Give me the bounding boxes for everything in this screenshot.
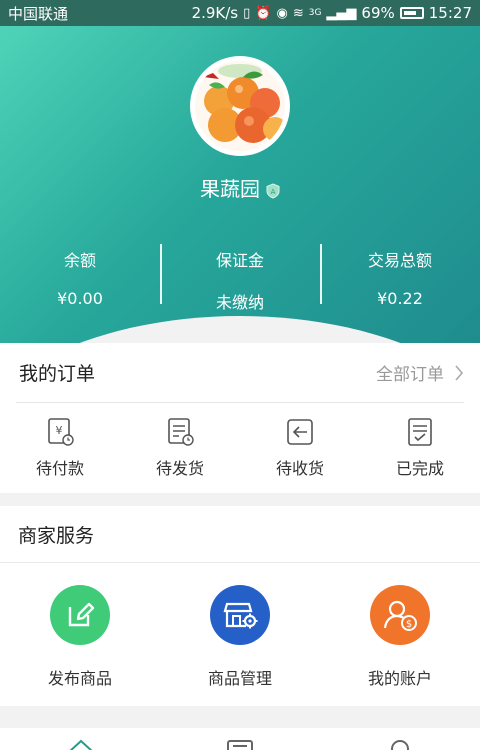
wifi-icon: ≋ bbox=[292, 5, 304, 21]
order-status-label: 待付款 bbox=[35, 459, 84, 478]
services-row: 发布商品 商品管理 $ 我的账户 bbox=[0, 563, 480, 706]
stat-label: 保证金 bbox=[215, 251, 264, 270]
store-gear-icon bbox=[223, 602, 258, 629]
store-avatar-image bbox=[195, 61, 285, 151]
list-icon[interactable] bbox=[225, 738, 255, 750]
orders-status-row: ¥ 待付款 待发货 待收货 已完成 bbox=[0, 403, 480, 493]
status-bar: 中国联通 2.9K/s ▯ ⏰ ◉ ≋ 3G ▂▄▆ 69% 15:27 bbox=[0, 0, 480, 26]
pending-shipment-icon bbox=[168, 418, 194, 446]
account-icon: $ bbox=[383, 600, 417, 631]
service-label: 发布商品 bbox=[47, 669, 112, 688]
services-title: 商家服务 bbox=[0, 506, 480, 563]
stat-total-transactions[interactable]: 交易总额 ¥0.22 bbox=[320, 241, 480, 308]
stats-row: 余额 ¥0.00 保证金 未缴纳 交易总额 ¥0.22 bbox=[0, 241, 480, 312]
battery-icon bbox=[399, 7, 424, 19]
verified-shield-icon: A bbox=[266, 182, 280, 199]
avatar[interactable] bbox=[190, 56, 290, 156]
vibrate-icon: ▯ bbox=[243, 5, 251, 21]
profile-header: 果蔬园 A 余额 ¥0.00 保证金 未缴纳 交易总额 ¥0.22 bbox=[0, 26, 480, 346]
battery-percent: 69% bbox=[361, 4, 395, 22]
chevron-right-icon bbox=[455, 364, 464, 381]
bottom-tab-bar bbox=[0, 728, 480, 750]
stat-balance[interactable]: 余额 ¥0.00 bbox=[0, 241, 160, 308]
clock-time: 15:27 bbox=[428, 4, 472, 22]
completed-icon bbox=[408, 418, 432, 446]
network-type: 3G bbox=[308, 8, 322, 18]
my-account-button[interactable]: $ 我的账户 bbox=[320, 563, 480, 706]
publish-product-button[interactable]: 发布商品 bbox=[0, 563, 160, 706]
service-label: 我的账户 bbox=[367, 669, 432, 688]
edit-icon bbox=[68, 602, 95, 627]
network-speed: 2.9K/s bbox=[191, 4, 239, 22]
pending-receipt-icon bbox=[287, 419, 313, 445]
svg-text:¥: ¥ bbox=[56, 424, 63, 437]
all-orders-link[interactable]: 全部订单 bbox=[376, 360, 464, 385]
store-name: 果蔬园 bbox=[200, 177, 260, 201]
orders-title: 我的订单 bbox=[19, 363, 96, 385]
order-pending-receipt[interactable]: 待收货 bbox=[240, 403, 360, 493]
store-name-row: 果蔬园 A bbox=[0, 173, 480, 202]
svg-text:A: A bbox=[271, 188, 276, 196]
stat-label: 交易总额 bbox=[367, 251, 432, 270]
user-icon[interactable] bbox=[385, 738, 415, 750]
service-circle bbox=[210, 585, 270, 645]
stat-value: 未缴纳 bbox=[215, 293, 264, 312]
stat-deposit[interactable]: 保证金 未缴纳 bbox=[160, 241, 320, 312]
order-status-label: 已完成 bbox=[395, 459, 444, 478]
order-pending-shipment[interactable]: 待发货 bbox=[120, 403, 240, 493]
all-orders-label: 全部订单 bbox=[376, 365, 444, 385]
alarm-icon: ⏰ bbox=[255, 5, 272, 21]
pending-payment-icon: ¥ bbox=[48, 418, 74, 446]
stat-value: ¥0.00 bbox=[57, 289, 103, 308]
header-wave bbox=[0, 316, 480, 346]
service-label: 商品管理 bbox=[207, 669, 272, 688]
orders-header: 我的订单 全部订单 bbox=[16, 343, 464, 403]
status-right: 2.9K/s ▯ ⏰ ◉ ≋ 3G ▂▄▆ 69% 15:27 bbox=[192, 4, 472, 22]
order-pending-payment[interactable]: ¥ 待付款 bbox=[0, 403, 120, 493]
stat-label: 余额 bbox=[63, 251, 96, 270]
orders-card: 我的订单 全部订单 ¥ 待付款 待发货 待收货 已完成 bbox=[0, 343, 480, 493]
signal-icon: ▂▄▆ bbox=[326, 5, 357, 21]
stat-value: ¥0.22 bbox=[377, 289, 423, 308]
service-circle bbox=[50, 585, 110, 645]
order-status-label: 待收货 bbox=[275, 459, 324, 478]
merchant-services-card: 商家服务 发布商品 商品管理 $ 我的账户 bbox=[0, 506, 480, 706]
service-circle: $ bbox=[370, 585, 430, 645]
svg-text:$: $ bbox=[406, 619, 412, 630]
home-icon[interactable] bbox=[66, 738, 96, 750]
carrier-name: 中国联通 bbox=[8, 4, 69, 23]
order-status-label: 待发货 bbox=[155, 459, 204, 478]
eye-icon: ◉ bbox=[276, 5, 288, 21]
order-completed[interactable]: 已完成 bbox=[360, 403, 480, 493]
product-management-button[interactable]: 商品管理 bbox=[160, 563, 320, 706]
